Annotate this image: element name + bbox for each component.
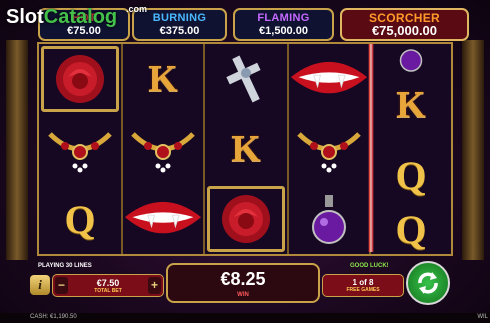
bet-label: TOTAL BET [94, 288, 122, 294]
q-letter: Q [64, 196, 96, 242]
watermark-com: .com [126, 4, 148, 14]
rose-symbol [205, 184, 287, 254]
free-games-panel: 1 of 8 FREE GAMES [322, 274, 404, 297]
k-letter: K [148, 58, 178, 100]
jackpot-flaming-value: €1,500.00 [259, 25, 308, 37]
necklace-symbol [289, 114, 369, 184]
lips-symbol [289, 44, 369, 114]
vampire-lips-icon [290, 61, 368, 94]
k-symbol: K [123, 44, 203, 114]
cross-icon [226, 55, 261, 103]
k-letter: K [396, 84, 426, 126]
vampire-lips-icon [124, 201, 202, 234]
k-letter: K [231, 128, 261, 170]
total-bet-panel: − €7.50 TOTAL BET + [52, 274, 164, 297]
q-letter: Q [395, 152, 427, 198]
spin-button[interactable] [406, 261, 450, 305]
win-label: WIN [237, 292, 249, 298]
lips-symbol [123, 184, 203, 254]
left-pillar [6, 40, 28, 260]
free-games-label: FREE GAMES [346, 287, 380, 293]
jackpot-flaming-label: FLAMING [257, 12, 310, 24]
reel-2: K [123, 44, 205, 254]
jackpot-burning-label: BURNING [152, 12, 207, 24]
win-panel: €8.25 WIN [166, 263, 320, 303]
jackpot-scorcher: SCORCHER €75,000.00 [340, 8, 469, 41]
reel-1: Q [39, 44, 123, 254]
reel-grid: Q K K K Q Q [37, 42, 453, 256]
right-pillar [462, 40, 484, 260]
q-letter: Q [395, 206, 427, 252]
rose-symbol [39, 44, 121, 114]
lines-label: PLAYING 30 LINES [38, 263, 92, 269]
q-symbol: Q [371, 140, 451, 210]
status-bar: CASH: €1,190.50 WIL [0, 313, 490, 323]
bet-value: €7.50 [96, 278, 120, 288]
k-symbol: K [371, 70, 451, 140]
free-games-value: 1 of 8 [352, 278, 374, 287]
jackpot-scorcher-value: €75,000.00 [371, 23, 438, 38]
reel-4 [289, 44, 371, 254]
status-right-text: WIL [477, 314, 488, 320]
slotcatalog-watermark: SlotCatalog .com [6, 4, 147, 29]
good-luck-label: GOOD LUCK! [350, 263, 389, 269]
win-frame [41, 46, 119, 112]
jackpot-flaming: FLAMING €1,500.00 [233, 8, 334, 41]
q-symbol: Q [371, 204, 451, 254]
cash-balance: CASH: €1,190.50 [30, 314, 77, 320]
necklace-icon [131, 132, 195, 173]
k-symbol: K [205, 114, 287, 184]
bet-increase-button[interactable]: + [148, 277, 161, 294]
necklace-icon [48, 132, 112, 173]
info-button[interactable]: i [30, 275, 50, 295]
reel-3: K [205, 44, 289, 254]
jackpot-burning-value: €375.00 [159, 25, 200, 37]
q-symbol: Q [39, 184, 121, 254]
necklace-symbol [123, 114, 203, 184]
cross-symbol [205, 44, 287, 114]
potion-symbol [289, 184, 369, 254]
lightning-streak [368, 44, 374, 252]
win-value: €8.25 [220, 269, 266, 289]
necklace-symbol [39, 114, 121, 184]
win-frame [207, 186, 285, 252]
watermark-slot: Slot [6, 6, 44, 28]
necklace-icon [297, 132, 361, 173]
watermark-catalog: Catalog [43, 6, 118, 28]
spin-arrows-icon [418, 272, 438, 294]
potion-bottle-icon [312, 195, 346, 244]
reel-5: K Q Q [371, 44, 451, 254]
